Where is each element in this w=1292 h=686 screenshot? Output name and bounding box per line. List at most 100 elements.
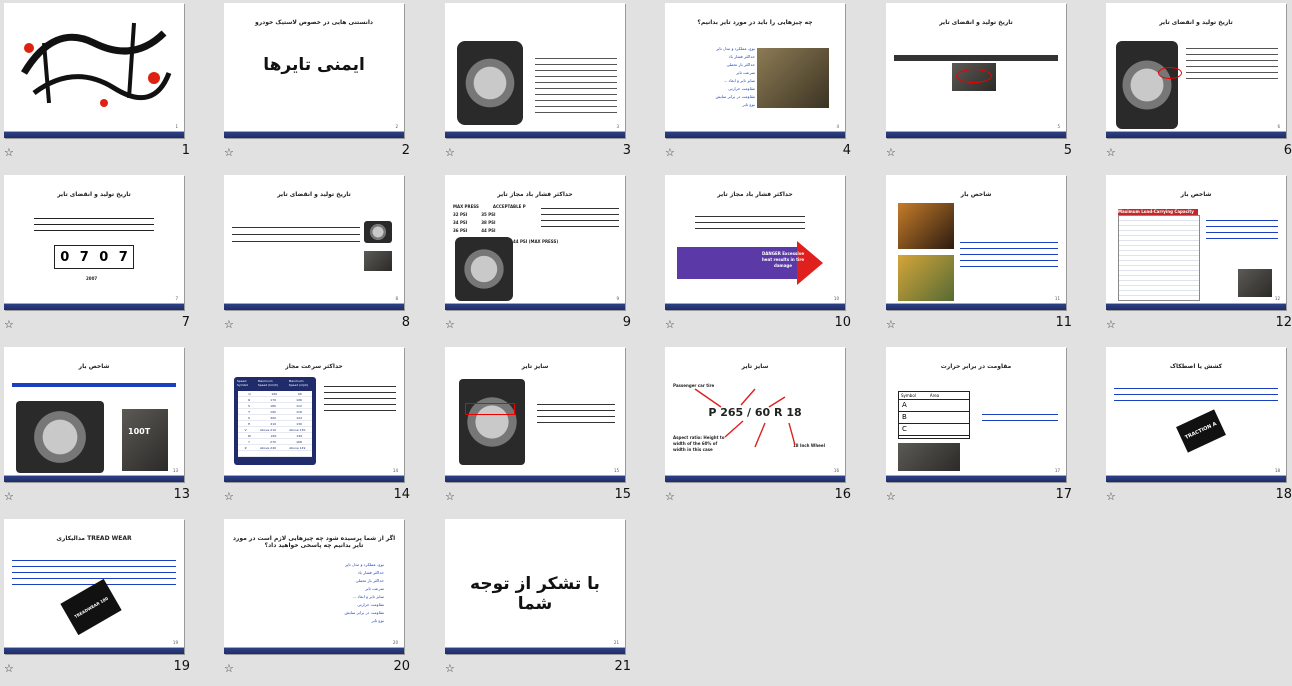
- slide-thumbnail[interactable]: 3: [445, 3, 625, 138]
- slide-thumbnail-cell[interactable]: با تشکر از توجه شما 21 ☆ 21: [441, 516, 641, 686]
- slide-thumbnail-cell[interactable]: سایز تایر P 265 / 60 R 18 Passenger car ti…: [661, 344, 861, 514]
- slide-footer-bar: [445, 131, 625, 138]
- slide-thumbnail[interactable]: تاریخ تولید و انقضای تایر 0 7 0 7 2007 7: [4, 175, 184, 310]
- danger-text: DANGER Excessive heat results in tire da…: [761, 251, 805, 268]
- grade-row: B: [899, 412, 969, 424]
- slide-number-label: 6: [1283, 143, 1292, 158]
- star-outline-icon[interactable]: ☆: [4, 146, 14, 159]
- slide-thumbnail-cell[interactable]: حداکثر فشار باد مجاز تایر DANGER Excessiv…: [661, 172, 861, 342]
- slide-thumbnail-cell[interactable]: حداکثر فشار باد مجاز تایر MAX PRESS ACCEPT…: [441, 172, 641, 342]
- star-outline-icon[interactable]: ☆: [665, 490, 675, 503]
- slide-thumbnail[interactable]: مقاومت در برابر حرارت Symbol Area A B C 17: [886, 347, 1066, 482]
- star-outline-icon[interactable]: ☆: [1106, 490, 1116, 503]
- slide-thumbnail-cell[interactable]: 3 ☆ 3: [441, 0, 641, 170]
- slide-thumbnail[interactable]: تاریخ تولید و انقضای تایر 6: [1106, 3, 1286, 138]
- speed-row: Z Above 240 Above 149: [238, 445, 312, 451]
- slide-thumbnail-cell[interactable]: اگر از شما پرسیده شود چه چیزهایی لازم اس…: [220, 516, 420, 686]
- star-outline-icon[interactable]: ☆: [224, 662, 234, 675]
- slide-footer-bar: [1106, 475, 1286, 482]
- slide-thumbnail-cell[interactable]: شاخص بار 11 ☆ 11: [882, 172, 1082, 342]
- star-outline-icon[interactable]: ☆: [445, 318, 455, 331]
- star-outline-icon[interactable]: ☆: [224, 490, 234, 503]
- slide-thumbnail-cell[interactable]: شاخص بار 100T 13 ☆ 13: [0, 344, 200, 514]
- star-outline-icon[interactable]: ☆: [886, 146, 896, 159]
- bullet-list: نوع، عملکرد و مدل تایر حداکثر فشار باد حدا…: [264, 561, 384, 625]
- slide-text-block: [541, 203, 619, 227]
- slide-footer-bar: [445, 303, 625, 310]
- slide-thumbnail-cell[interactable]: تاریخ تولید و انقضای تایر 5 ☆ 5: [882, 0, 1082, 170]
- slide-number-label: 12: [1275, 315, 1292, 330]
- slide-thumbnail[interactable]: تاریخ تولید و انقضای تایر 8: [224, 175, 404, 310]
- star-outline-icon[interactable]: ☆: [224, 146, 234, 159]
- date-code-digit: 7: [79, 249, 89, 265]
- speed-cell: Above 240: [259, 446, 277, 450]
- slide-footer-bar: [886, 475, 1066, 482]
- slide-thumbnail-cell[interactable]: کشش یا اصطکاک TRACTION A 18 ☆ 18: [1102, 344, 1292, 514]
- star-outline-icon[interactable]: ☆: [445, 490, 455, 503]
- slide-thumbnail-cell[interactable]: تاریخ تولید و انقضای تایر 0 7 0 7 2007 7 ☆ 7: [0, 172, 200, 342]
- star-outline-icon[interactable]: ☆: [4, 318, 14, 331]
- slide-thumbnail[interactable]: حداکثر فشار باد مجاز تایر DANGER Excessiv…: [665, 175, 845, 310]
- grade-row: A: [899, 400, 969, 412]
- slide-thumbnail[interactable]: با تشکر از توجه شما 21: [445, 519, 625, 654]
- slide-title: تاریخ تولید و انقضای تایر: [277, 191, 351, 198]
- speed-cell: Y: [248, 440, 250, 444]
- pressure-table: MAX PRESS ACCEPTABLE P 32 PSI 35 PSI 34 PSI 3…: [453, 203, 526, 235]
- star-outline-icon[interactable]: ☆: [665, 146, 675, 159]
- slide-thumbnail[interactable]: شاخص بار 100T 13: [4, 347, 184, 482]
- slide-thumbnail[interactable]: اگر از شما پرسیده شود چه چیزهایی لازم اس…: [224, 519, 404, 654]
- slide-thumbnail-cell[interactable]: 1 ☆ 1: [0, 0, 200, 170]
- slide-thumbnail-cell[interactable]: شاخص بارMaximum Load-Carrying Capacity P…: [1102, 172, 1292, 342]
- date-code-year: 2007: [86, 276, 98, 281]
- pressure-cell: 44 PSI: [481, 228, 496, 233]
- slide-thumbnail-cell[interactable]: TREAD WEAR مدالیکاری TREADWEAR 180 19 ☆ 19: [0, 516, 200, 686]
- star-outline-icon[interactable]: ☆: [886, 490, 896, 503]
- slide-thumbnail[interactable]: شاخص بارMaximum Load-Carrying Capacity P…: [1106, 175, 1286, 310]
- slide-thumbnail[interactable]: دانستنی هایی در خصوص لاستیک خودرو ایمنی ت…: [224, 3, 404, 138]
- slide-thumbnail[interactable]: سایز تایر 15: [445, 347, 625, 482]
- slide-thumbnail-cell[interactable]: مقاومت در برابر حرارت Symbol Area A B C 17 ☆ 17: [882, 344, 1082, 514]
- bullet-item: نوع تایر: [371, 618, 385, 623]
- speed-header: Speed Symbol Maximum Speed (km/h) Maximum …: [237, 379, 313, 387]
- slide-thumbnail-cell[interactable]: تاریخ تولید و انقضای تایر 8 ☆ 8: [220, 172, 420, 342]
- slide-thumbnail[interactable]: سایز تایر P 265 / 60 R 18 Passenger car ti…: [665, 347, 845, 482]
- slide-thumbnail[interactable]: 1: [4, 3, 184, 138]
- tire-photo: [1116, 41, 1178, 129]
- slide-footer-number: 17: [1054, 468, 1060, 473]
- star-outline-icon[interactable]: ☆: [445, 146, 455, 159]
- slide-thumbnail[interactable]: کشش یا اصطکاک TRACTION A 18: [1106, 347, 1286, 482]
- slide-thumbnail[interactable]: شاخص بار 11: [886, 175, 1066, 310]
- slide-thumbnail[interactable]: TREAD WEAR مدالیکاری TREADWEAR 180 19: [4, 519, 184, 654]
- star-outline-icon[interactable]: ☆: [886, 318, 896, 331]
- slide-number-label: 15: [614, 487, 631, 502]
- star-outline-icon[interactable]: ☆: [1106, 146, 1116, 159]
- star-outline-icon[interactable]: ☆: [224, 318, 234, 331]
- slide-footer-number: 13: [172, 468, 178, 473]
- slide-footer-number: 3: [616, 124, 619, 129]
- slide-thumbnail[interactable]: حداکثر سرعت مجاز Speed Symbol Maximum Spee…: [224, 347, 404, 482]
- star-outline-icon[interactable]: ☆: [665, 318, 675, 331]
- slide-title: تاریخ تولید و انقضای تایر: [57, 191, 131, 198]
- slide-number-label: 8: [401, 315, 410, 330]
- star-outline-icon[interactable]: ☆: [4, 490, 14, 503]
- bullet-item: مقاومت حرارتی: [357, 602, 384, 607]
- slide-footer-number: 18: [1274, 468, 1280, 473]
- star-outline-icon[interactable]: ☆: [1106, 318, 1116, 331]
- slide-thumbnail-cell[interactable]: دانستنی هایی در خصوص لاستیک خودرو ایمنی ت…: [220, 0, 420, 170]
- pressure-cell: MAX PRESS: [453, 204, 479, 209]
- slide-thumbnail[interactable]: حداکثر فشار باد مجاز تایر MAX PRESS ACCEPT…: [445, 175, 625, 310]
- slide-footer-number: 20: [392, 640, 398, 645]
- bullet-item: سایز تایر و ابعاد ...: [723, 78, 755, 83]
- slide-thumbnail-cell[interactable]: چه چیزهایی را باید در مورد تایر بدانیم؟ ن…: [661, 0, 861, 170]
- slide-thumbnail[interactable]: تاریخ تولید و انقضای تایر 5: [886, 3, 1066, 138]
- slide-number-label: 16: [834, 487, 851, 502]
- star-outline-icon[interactable]: ☆: [445, 662, 455, 675]
- slide-footer-bar: [4, 131, 184, 138]
- slide-thumbnail-cell[interactable]: تاریخ تولید و انقضای تایر 6 ☆ 6: [1102, 0, 1292, 170]
- star-outline-icon[interactable]: ☆: [4, 662, 14, 675]
- pressure-row: 32 PSI 35 PSI: [453, 211, 526, 219]
- slide-thumbnail-cell[interactable]: حداکثر سرعت مجاز Speed Symbol Maximum Spee…: [220, 344, 420, 514]
- grade-header-cell: Area: [929, 393, 940, 398]
- slide-thumbnail[interactable]: چه چیزهایی را باید در مورد تایر بدانیم؟ ن…: [665, 3, 845, 138]
- slide-thumbnail-cell[interactable]: سایز تایر 15 ☆ 15: [441, 344, 641, 514]
